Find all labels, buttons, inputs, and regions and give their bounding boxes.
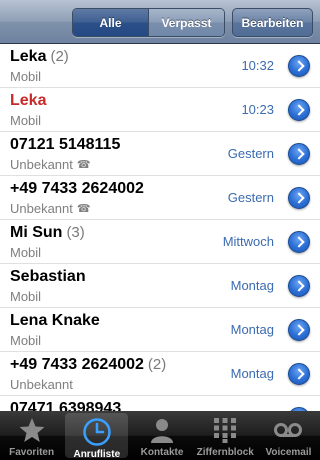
call-type: Unbekannt [10,376,73,392]
caller-name-text: Lena Knake [10,312,100,329]
call-row[interactable]: Lena Knake Mobil Montag [0,308,320,352]
call-row[interactable]: Leka Mobil 10:23 [0,88,320,132]
caller-name-text: +49 7433 2624002 [10,356,144,373]
call-count: (2) [50,48,69,65]
call-filter-segmented-control: Alle Verpasst [72,8,225,37]
call-count: (3) [66,224,85,241]
call-type-label: Mobil [10,112,42,128]
call-time: Montag [230,366,274,381]
caller-name-text: Leka [10,48,47,65]
caller-name: 07121 5148115 [10,136,120,156]
call-type: Mobil [10,244,41,260]
detail-disclosure-icon[interactable] [288,275,310,297]
tab-bar: Favoriten Anrufliste Kontakte Ziffernblock V… [0,411,320,460]
call-row[interactable]: 07121 5148115 Unbekannt ☎ Gestern [0,132,320,176]
tab-kontakte[interactable]: Kontakte [130,411,193,460]
call-count: (2) [147,356,167,373]
caller-name-text: Mi Sun [10,224,63,241]
tab-label: Anrufliste [73,449,121,460]
phone-icon: ☎ [76,202,91,215]
caller-name-text: +49 7433 2624002 [10,180,144,197]
detail-disclosure-icon[interactable] [288,319,310,341]
keypad-icon [211,415,239,445]
call-type: Unbekannt ☎ [10,200,91,216]
edit-button[interactable]: Bearbeiten [232,8,313,37]
call-type-label: Mobil [10,288,42,304]
call-type-label: Mobil [10,68,42,84]
call-time: Montag [230,322,274,337]
call-type-label: Mobil [10,332,42,348]
tab-label: Favoriten [9,447,55,458]
call-type-label: Unbekannt [10,200,73,216]
tab-anrufliste[interactable]: Anrufliste [65,413,129,460]
detail-disclosure-icon[interactable] [288,187,310,209]
tab-label: Kontakte [140,447,184,458]
call-type: Mobil [10,288,41,304]
clock-icon [82,417,112,447]
caller-name: Leka (2) [10,48,69,68]
call-row[interactable]: +49 7433 2624002 (2) Unbekannt Montag [0,352,320,396]
tab-voicemail[interactable]: Voicemail [257,411,320,460]
caller-name: +49 7433 2624002 [10,180,144,200]
call-type: Mobil [10,68,41,84]
call-time: Gestern [227,146,274,161]
navigation-bar: Alle Verpasst Bearbeiten [0,0,320,44]
call-row[interactable]: Leka (2) Mobil 10:32 [0,44,320,88]
phone-icon: ☎ [76,158,91,171]
tab-favoriten[interactable]: Favoriten [0,411,63,460]
call-type: Mobil [10,112,41,128]
voicemail-icon [272,415,304,445]
tab-label: Voicemail [265,447,312,458]
caller-name: +49 7433 2624002 (2) [10,356,166,376]
call-type: Unbekannt ☎ [10,156,91,172]
caller-name: Lena Knake [10,312,100,332]
call-type-label: Mobil [10,244,42,260]
segment-all[interactable]: Alle [73,9,148,36]
call-time: Gestern [227,190,274,205]
call-type-label: Unbekannt [10,156,73,172]
caller-name: Leka [10,92,46,112]
caller-name: Sebastian [10,268,86,288]
detail-disclosure-icon[interactable] [288,99,310,121]
caller-name-text: Sebastian [10,268,86,285]
segment-missed[interactable]: Verpasst [148,9,224,36]
star-icon [18,415,46,445]
person-icon [148,415,176,445]
call-time: 10:23 [241,102,274,117]
tab-ziffernblock[interactable]: Ziffernblock [194,411,257,460]
call-row[interactable]: Mi Sun (3) Mobil Mittwoch [0,220,320,264]
caller-name: Mi Sun (3) [10,224,85,244]
call-row[interactable]: Sebastian Mobil Montag [0,264,320,308]
call-time: 10:32 [241,58,274,73]
detail-disclosure-icon[interactable] [288,55,310,77]
detail-disclosure-icon[interactable] [288,143,310,165]
caller-name-text: Leka [10,92,47,109]
call-type: Mobil [10,332,41,348]
detail-disclosure-icon[interactable] [288,363,310,385]
call-time: Mittwoch [222,234,274,249]
caller-name-text: 07121 5148115 [10,136,121,153]
recent-calls-list[interactable]: Leka (2) Mobil 10:32 Leka Mobil 10:23 07121 514… [0,44,320,414]
call-row[interactable]: +49 7433 2624002 Unbekannt ☎ Gestern [0,176,320,220]
call-type-label: Unbekannt [10,376,73,392]
call-time: Montag [230,278,274,293]
detail-disclosure-icon[interactable] [288,231,310,253]
tab-label: Ziffernblock [196,447,254,458]
